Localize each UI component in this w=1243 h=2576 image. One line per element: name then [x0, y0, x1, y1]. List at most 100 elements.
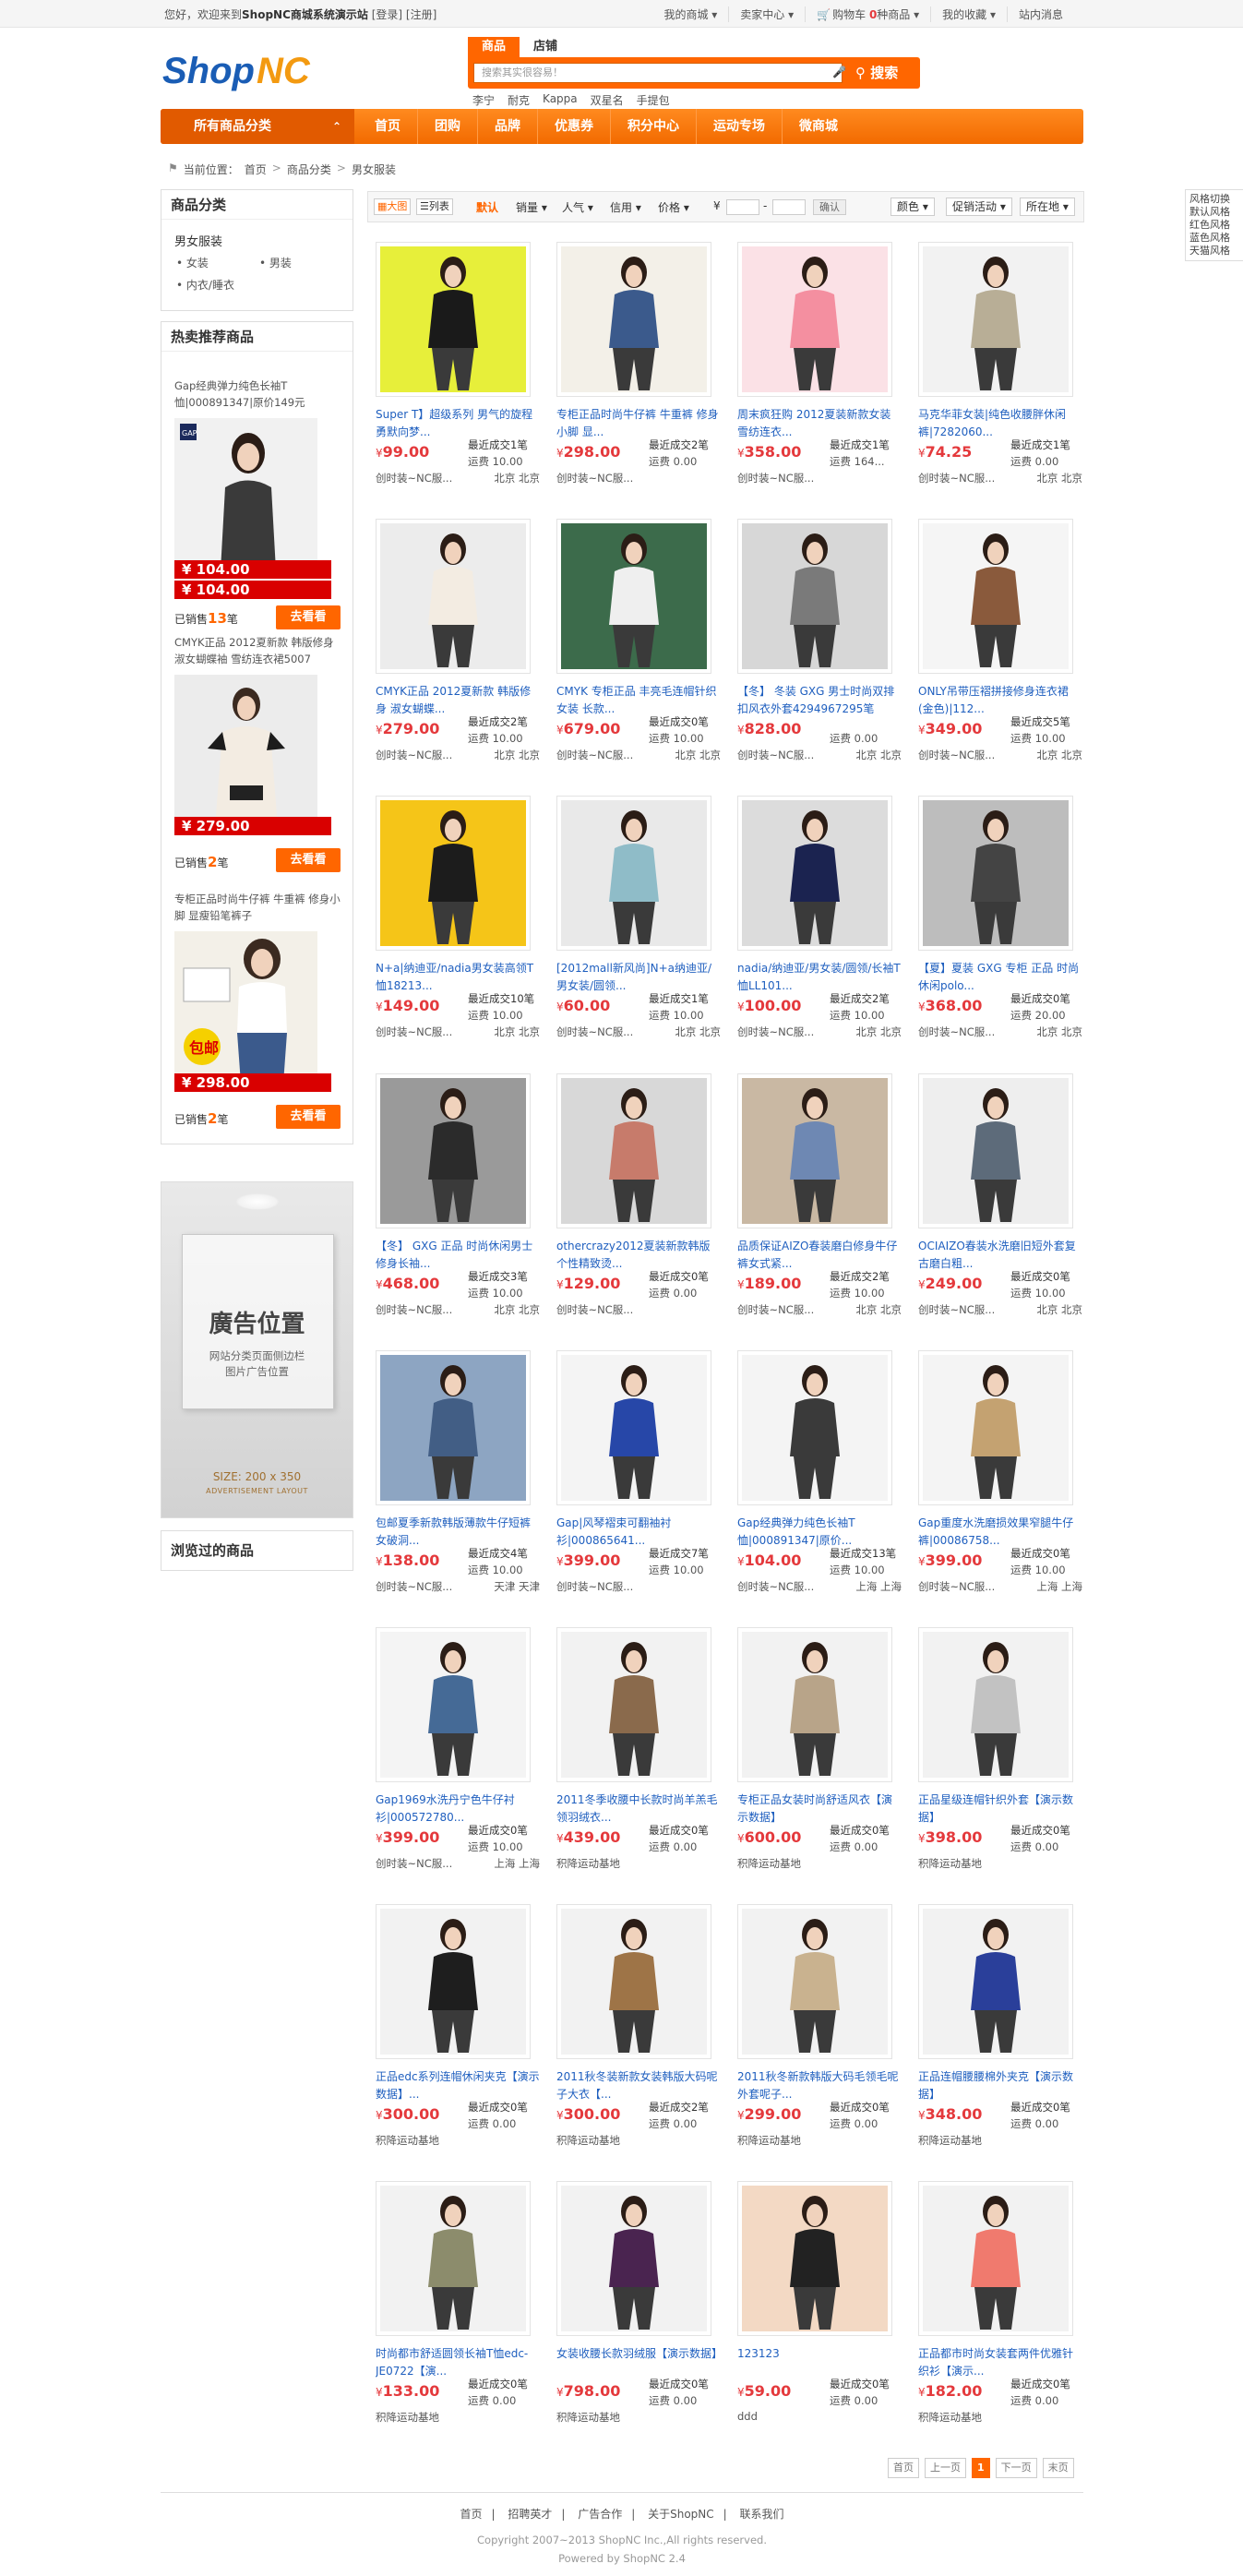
product-image[interactable]: [376, 796, 531, 951]
product-store[interactable]: 积降运动基地: [737, 1856, 801, 1871]
nav-item-brand[interactable]: 品牌: [478, 109, 538, 144]
product-name[interactable]: 【冬】 冬装 GXG 男士时尚双排扣风衣外套4294967295笔: [737, 683, 902, 718]
product-name[interactable]: Gap重度水洗磨损效果窄腿牛仔裤|00086758...: [918, 1515, 1082, 1550]
product-image[interactable]: [737, 1904, 892, 2059]
product-store[interactable]: 创时装~NC服...: [556, 1302, 633, 1317]
footer-link-about[interactable]: 关于ShopNC: [639, 2508, 723, 2521]
nav-item-coupon[interactable]: 优惠券: [538, 109, 611, 144]
product-image[interactable]: [376, 1627, 531, 1782]
product-name[interactable]: Gap1969水洗丹宁色牛仔衬衫|000572780...: [376, 1791, 540, 1827]
product-name[interactable]: Gap|风琴褶束可翻袖衬衫|000865641...: [556, 1515, 721, 1550]
sort-price[interactable]: 价格 ▾: [658, 199, 689, 215]
price-min-input[interactable]: [726, 199, 759, 215]
product-image[interactable]: [376, 519, 531, 674]
product-store[interactable]: 创时装~NC服...: [376, 1579, 452, 1594]
view-grid-button[interactable]: ▦大图: [374, 198, 412, 215]
view-list-button[interactable]: ☰列表: [416, 198, 453, 215]
nav-item-groupbuy[interactable]: 团购: [418, 109, 478, 144]
go-see-button[interactable]: 去看看: [276, 605, 341, 629]
product-store[interactable]: 创时装~NC服...: [376, 748, 452, 762]
product-name[interactable]: 专柜正品时尚牛仔裤 牛重裤 修身小脚 显...: [556, 406, 721, 441]
price-max-input[interactable]: [772, 199, 806, 215]
sort-sales[interactable]: 销量 ▾: [516, 199, 547, 215]
hot-item-image[interactable]: [174, 675, 317, 827]
search-tab-goods[interactable]: 商品: [468, 37, 520, 57]
product-name[interactable]: 正品星级连帽针织外套【演示数据】: [918, 1791, 1082, 1827]
product-image[interactable]: [376, 1350, 531, 1505]
microphone-icon[interactable]: 🎤: [832, 66, 846, 78]
seller-center-link[interactable]: 卖家中心 ▾: [728, 6, 805, 22]
nav-item-points[interactable]: 积分中心: [611, 109, 697, 144]
product-name[interactable]: 正品连帽腰腰棉外夹克【演示数据】: [918, 2068, 1082, 2103]
messages-link[interactable]: 站内消息: [1006, 6, 1074, 22]
product-image[interactable]: [376, 2181, 531, 2336]
product-store[interactable]: 创时装~NC服...: [556, 1024, 633, 1039]
product-store[interactable]: 积降运动基地: [918, 1856, 982, 1871]
product-store[interactable]: 创时装~NC服...: [376, 1302, 452, 1317]
breadcrumb-category[interactable]: 商品分类: [287, 162, 331, 177]
product-store[interactable]: 积降运动基地: [918, 2133, 982, 2148]
product-store[interactable]: 创时装~NC服...: [918, 1302, 995, 1317]
footer-link-home[interactable]: 首页: [450, 2508, 491, 2521]
nav-item-home[interactable]: 首页: [358, 109, 418, 144]
product-image[interactable]: [556, 1904, 711, 2059]
product-store[interactable]: 积降运动基地: [918, 2410, 982, 2425]
product-image[interactable]: [737, 2181, 892, 2336]
product-name[interactable]: nadia/纳迪亚/男女装/圆领/长袖T恤LL101...: [737, 960, 902, 995]
style-red[interactable]: 红色风格: [1189, 219, 1239, 232]
product-name[interactable]: OCIAIZO春装水洗磨旧短外套复古磨白粗...: [918, 1238, 1082, 1273]
product-name[interactable]: Super T】超级系列 男气的旋程 勇默向梦...: [376, 406, 540, 441]
site-logo[interactable]: Shop NC: [161, 48, 331, 92]
product-name[interactable]: CMYK 专柜正品 丰亮毛连帽针织女装 长款...: [556, 683, 721, 718]
product-name[interactable]: 2011冬季收腰中长款时尚羊羔毛领羽绒衣...: [556, 1791, 721, 1827]
footer-link-jobs[interactable]: 招聘英才: [498, 2508, 561, 2521]
prev-page-button[interactable]: 上一页: [925, 2458, 966, 2478]
nav-item-sports[interactable]: 运动专场: [697, 109, 783, 144]
product-image[interactable]: [737, 1627, 892, 1782]
product-image[interactable]: [918, 242, 1073, 397]
product-store[interactable]: 创时装~NC服...: [376, 1024, 452, 1039]
product-store[interactable]: 积降运动基地: [556, 2410, 620, 2425]
product-image[interactable]: [737, 796, 892, 951]
go-see-button[interactable]: 去看看: [276, 1105, 341, 1129]
subcategory-men[interactable]: • 男装: [259, 255, 292, 270]
product-image[interactable]: [918, 519, 1073, 674]
product-name[interactable]: 女装收腰长款羽绒服【演示数据】: [556, 2345, 721, 2380]
product-image[interactable]: [376, 242, 531, 397]
product-name[interactable]: 【夏】夏装 GXG 专柜 正品 时尚休闲polo...: [918, 960, 1082, 995]
hot-item-name[interactable]: 专柜正品时尚牛仔裤 牛重裤 修身小脚 显瘦铅笔裤子: [174, 891, 345, 924]
price-confirm-button[interactable]: 确认: [813, 199, 846, 215]
product-store[interactable]: 创时装~NC服...: [737, 748, 814, 762]
product-store[interactable]: 创时装~NC服...: [737, 471, 814, 485]
product-name[interactable]: N+a|纳迪亚/nadia男女装高领T恤18213...: [376, 960, 540, 995]
product-image[interactable]: [556, 796, 711, 951]
product-name[interactable]: 2011秋冬装新款女装韩版大码呢子大衣【...: [556, 2068, 721, 2103]
product-store[interactable]: 创时装~NC服...: [737, 1579, 814, 1594]
product-name[interactable]: 时尚都市舒适圆领长袖T恤edc-JE0722【演...: [376, 2345, 540, 2380]
product-image[interactable]: [556, 519, 711, 674]
go-see-button[interactable]: 去看看: [276, 848, 341, 872]
color-filter[interactable]: 颜色 ▾: [890, 198, 935, 216]
product-store[interactable]: 创时装~NC服...: [376, 1856, 452, 1871]
breadcrumb-home[interactable]: 首页: [245, 162, 267, 177]
product-store[interactable]: 积降运动基地: [376, 2133, 439, 2148]
location-filter[interactable]: 所在地 ▾: [1020, 198, 1075, 216]
product-name[interactable]: [2012mall新风尚]N+a纳迪亚/男女装/圆领...: [556, 960, 721, 995]
last-page-button[interactable]: 末页: [1042, 2458, 1074, 2478]
product-image[interactable]: [556, 1073, 711, 1228]
all-categories-button[interactable]: 所有商品分类 ⌃: [161, 109, 354, 144]
promotion-filter[interactable]: 促销活动 ▾: [946, 198, 1012, 216]
hotword-link[interactable]: 双星名: [591, 92, 624, 108]
product-store[interactable]: 积降运动基地: [737, 2133, 801, 2148]
product-name[interactable]: 【冬】 GXG 正品 时尚休闲男士修身长袖...: [376, 1238, 540, 1273]
product-image[interactable]: [556, 242, 711, 397]
product-image[interactable]: [737, 242, 892, 397]
subcategory-women[interactable]: • 女装: [176, 255, 209, 270]
product-store[interactable]: 创时装~NC服...: [556, 748, 633, 762]
my-favorites-link[interactable]: 我的收藏 ▾: [930, 6, 1007, 22]
hotword-link[interactable]: Kappa: [543, 92, 578, 108]
product-image[interactable]: [918, 1350, 1073, 1505]
product-image[interactable]: [556, 1627, 711, 1782]
register-link[interactable]: [注册]: [406, 8, 436, 21]
my-mall-link[interactable]: 我的商城 ▾: [652, 6, 728, 22]
